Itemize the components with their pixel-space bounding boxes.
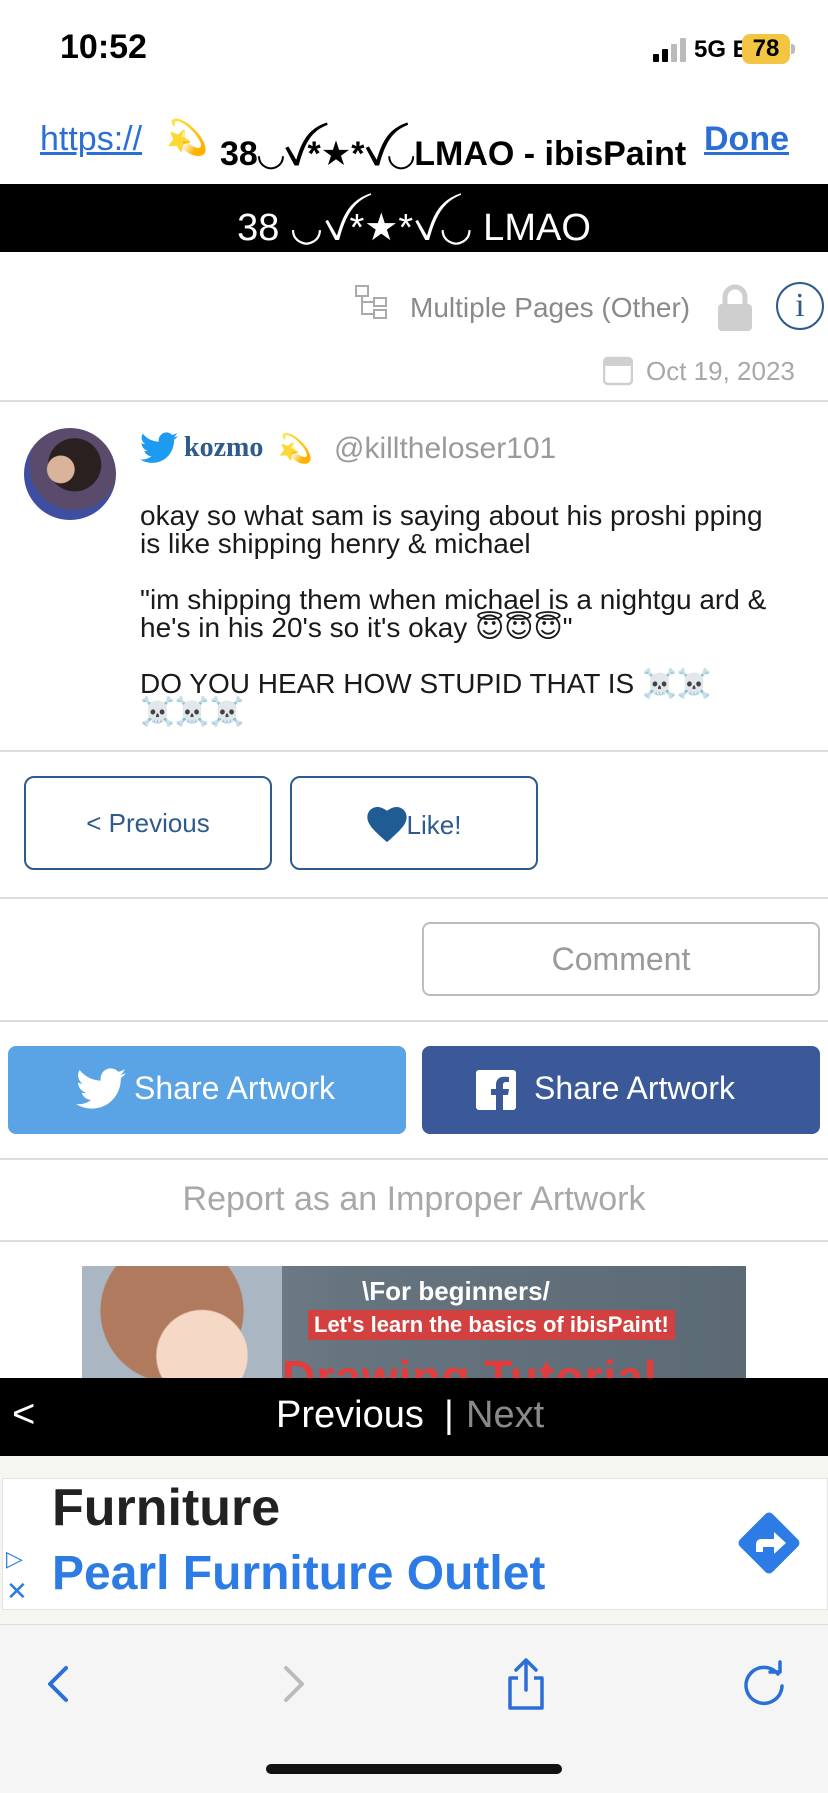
banner-line-1: \For beginners/ [362,1276,550,1306]
info-icon[interactable]: i [776,282,824,330]
reload-icon[interactable] [734,1654,794,1714]
pager-next[interactable]: Next [466,1394,544,1437]
post-paragraph: DO YOU HEAR HOW STUPID THAT IS ☠️☠️ ☠️☠️… [140,668,712,727]
share-twitter-label: Share Artwork [134,1070,335,1106]
post-paragraph: okay so what sam is saying about his pro… [140,500,763,559]
comment-button[interactable]: Comment [422,922,820,996]
divider [0,750,828,752]
battery-nub [791,44,795,54]
close-icon[interactable]: ✕ [6,1576,28,1607]
network-label: 5G E [694,36,749,63]
artwork-title: 38 ◡ꪜ*★*ꪜ◡ LMAO [237,207,591,249]
directions-arrow-icon[interactable] [734,1508,804,1578]
divider [0,400,828,402]
artwork-date: Oct 19, 2023 [646,356,795,386]
share-twitter-button[interactable]: Share Artwork [8,1046,406,1134]
share-icon[interactable] [496,1654,556,1714]
forward-icon[interactable] [262,1654,322,1714]
like-label: Like! [406,810,462,841]
adchoices-icon[interactable]: ▷ [6,1546,23,1572]
divider [0,1020,828,1022]
heart-icon [366,807,407,843]
pager-separator: | [444,1394,454,1436]
previous-button[interactable]: < Previous [24,776,272,870]
author-name[interactable]: kozmo [184,432,263,464]
divider [0,1158,828,1160]
artwork-category: Multiple Pages (Other) [410,292,691,323]
done-button[interactable]: Done [704,120,789,159]
battery-icon: 78 [742,34,790,64]
divider [0,897,828,899]
dizzy-emoji: 💫 [278,433,313,464]
twitter-bird-icon [76,1068,126,1109]
facebook-icon [476,1070,516,1110]
lock-icon [718,284,752,331]
calendar-icon [603,356,633,386]
post-paragraph: "im shipping them when michael is a nigh… [140,584,767,643]
author-handle[interactable]: @killtheloser101 [334,432,556,466]
avatar[interactable] [24,428,116,520]
tutorial-banner[interactable]: \For beginners/ Let's learn the basics o… [82,1266,746,1378]
browser-page-title: 38◡ꪜ*★*ꪜ◡LMAO - ibisPaint [220,135,687,173]
home-indicator [266,1764,562,1774]
dizzy-emoji: 💫 [166,119,209,157]
banner-line-3: Drawing Tutorial [282,1351,658,1378]
share-facebook-button[interactable]: Share Artwork [422,1046,820,1134]
signal-icon [653,38,686,62]
url-link[interactable]: https:// [40,120,142,159]
banner-line-2: Let's learn the basics of ibisPaint! [308,1310,675,1340]
twitter-bird-icon [140,432,178,463]
back-chevron-icon[interactable]: < [12,1392,35,1437]
share-facebook-label: Share Artwork [534,1070,735,1106]
pager-previous[interactable]: Previous [276,1394,424,1437]
tree-icon [355,285,387,319]
back-icon[interactable] [30,1654,90,1714]
status-time: 10:52 [60,28,147,66]
banner-illustration [82,1266,282,1378]
report-link[interactable]: Report as an Improper Artwork [0,1180,828,1219]
ad-title[interactable]: Furniture [52,1478,280,1538]
ad-advertiser[interactable]: Pearl Furniture Outlet [52,1546,545,1601]
divider [0,1240,828,1242]
like-button[interactable]: Like! [290,776,538,870]
